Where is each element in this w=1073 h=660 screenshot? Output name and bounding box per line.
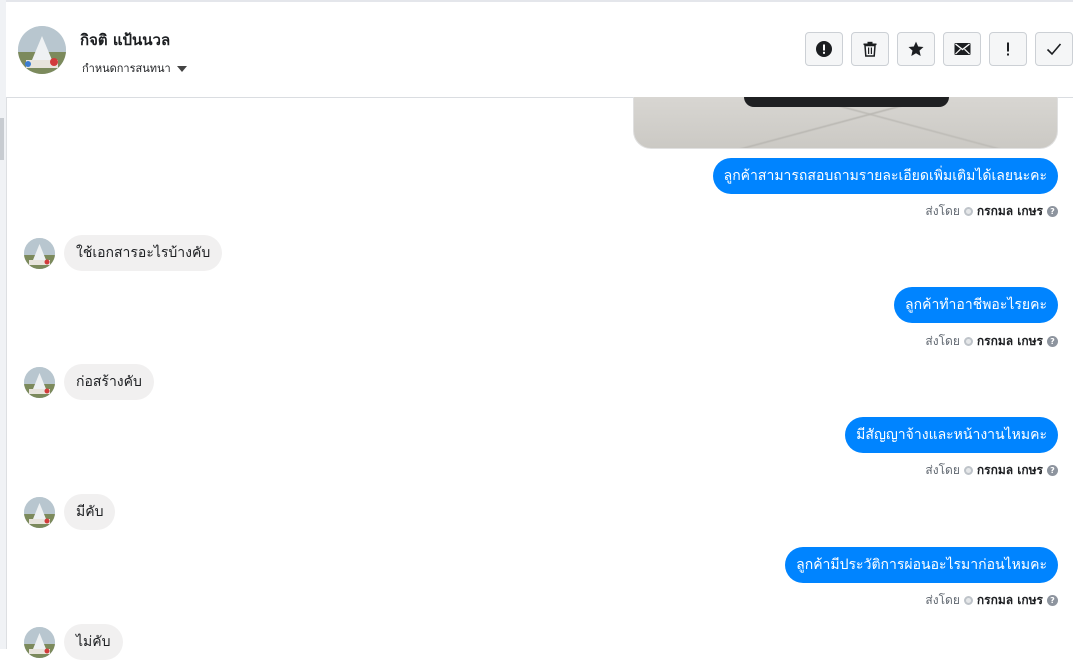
star-icon — [908, 41, 924, 56]
sent-by-info: ส่งโดย กรกมล เกษร ? — [925, 202, 1058, 221]
help-icon[interactable]: ? — [1047, 595, 1058, 606]
outgoing-message-bubble[interactable]: ลูกค้าสามารถสอบถามรายละเอียดเพิ่มเติมได้… — [712, 158, 1058, 194]
message-row-incoming: ก่อสร้างคับ — [24, 364, 154, 400]
contact-avatar-small[interactable] — [24, 626, 55, 658]
sent-by-label: ส่งโดย — [925, 334, 960, 348]
sent-by-info: ส่งโดย กรกมล เกษร ? — [925, 461, 1058, 480]
message-row-outgoing: มีสัญญาจ้างและหน้างานไหมคะ — [845, 417, 1058, 453]
contact-avatar[interactable] — [18, 26, 66, 74]
action-toolbar — [805, 32, 1073, 66]
sender-name[interactable]: กรกมล เกษร — [977, 332, 1043, 351]
mark-done-button[interactable] — [1035, 32, 1073, 66]
star-button[interactable] — [897, 32, 935, 66]
contact-avatar-small[interactable] — [24, 237, 55, 269]
incoming-message-bubble[interactable]: ไม่คับ — [64, 624, 123, 660]
message-row-outgoing: ลูกค้าสามารถสอบถามรายละเอียดเพิ่มเติมได้… — [712, 158, 1058, 194]
help-icon[interactable]: ? — [1047, 465, 1058, 476]
help-icon[interactable]: ? — [1047, 336, 1058, 347]
sent-by-info: ส่งโดย กรกมล เกษร ? — [925, 591, 1058, 610]
image-attachment[interactable] — [633, 97, 1058, 149]
sent-by-label: ส่งโดย — [925, 593, 960, 607]
verified-icon — [963, 466, 973, 475]
assign-conversation-dropdown[interactable]: กำหนดการสนทนา — [82, 59, 187, 77]
verified-icon — [963, 337, 973, 346]
exclamation-circle-icon — [816, 41, 832, 57]
sender-name[interactable]: กรกมล เกษร — [977, 591, 1043, 610]
message-row-incoming: มีคับ — [24, 494, 116, 530]
message-row-incoming: ไม่คับ — [24, 624, 123, 660]
mark-unread-button[interactable] — [943, 32, 981, 66]
contact-name[interactable]: กิจติ แป้นนวล — [80, 28, 170, 52]
incoming-message-bubble[interactable]: ก่อสร้างคับ — [64, 364, 154, 400]
outgoing-message-bubble[interactable]: ลูกค้ามีประวัติการผ่อนอะไรมาก่อนไหมคะ — [785, 547, 1058, 583]
sender-name[interactable]: กรกมล เกษร — [977, 202, 1043, 221]
incoming-message-bubble[interactable]: มีคับ — [64, 494, 116, 530]
sent-by-info: ส่งโดย กรกมล เกษร ? — [925, 332, 1058, 351]
envelope-icon — [954, 43, 970, 55]
message-row-outgoing: ลูกค้าทำอาชีพอะไรยคะ — [894, 287, 1058, 323]
incoming-message-bubble[interactable]: ใช้เอกสารอะไรบ้างคับ — [64, 235, 223, 271]
exclamation-icon — [1007, 42, 1009, 56]
checkmark-icon — [1046, 43, 1062, 56]
verified-icon — [963, 596, 973, 605]
assign-label: กำหนดการสนทนา — [82, 62, 171, 75]
message-row-incoming: ใช้เอกสารอะไรบ้างคับ — [24, 235, 223, 271]
follow-up-button[interactable] — [989, 32, 1027, 66]
car-shadow — [744, 97, 949, 107]
help-icon[interactable]: ? — [1047, 206, 1058, 217]
delete-button[interactable] — [851, 32, 889, 66]
scrollbar-thumb[interactable] — [0, 118, 4, 160]
sender-name[interactable]: กรกมล เกษร — [977, 461, 1043, 480]
outgoing-message-bubble[interactable]: ลูกค้าทำอาชีพอะไรยคะ — [894, 287, 1058, 323]
trash-icon — [863, 41, 877, 57]
outgoing-message-bubble[interactable]: มีสัญญาจ้างและหน้างานไหมคะ — [845, 417, 1058, 453]
message-row-outgoing: ลูกค้ามีประวัติการผ่อนอะไรมาก่อนไหมคะ — [785, 547, 1058, 583]
report-button[interactable] — [805, 32, 843, 66]
sent-by-label: ส่งโดย — [925, 463, 960, 477]
verified-icon — [963, 207, 973, 216]
contact-avatar-small[interactable] — [24, 496, 55, 528]
sent-by-label: ส่งโดย — [925, 204, 960, 218]
conversation-header: กิจติ แป้นนวล กำหนดการสนทนา — [6, 2, 1073, 98]
contact-avatar-small[interactable] — [24, 366, 55, 398]
caret-down-icon — [176, 65, 187, 72]
